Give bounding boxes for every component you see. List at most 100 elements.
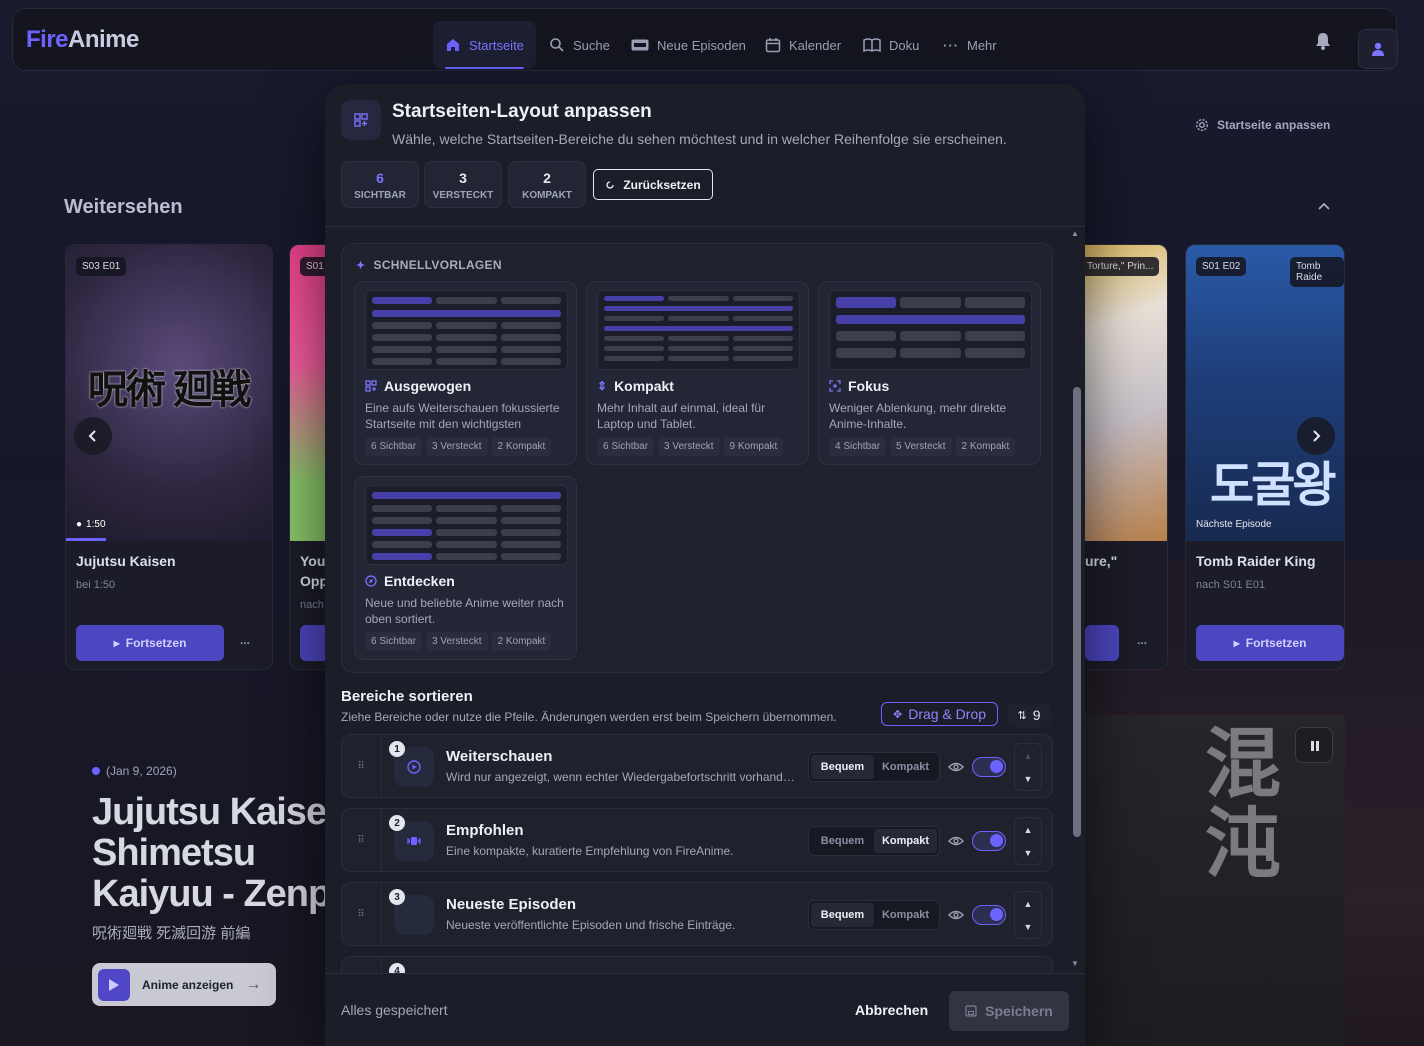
density-kompakt[interactable]: Kompakt [874, 903, 937, 927]
template-ausgewogen[interactable]: Ausgewogen Eine aufs Weiterschauen fokus… [354, 281, 577, 465]
calendar-icon [765, 38, 781, 53]
next-episode-label: Nächste Episode [1196, 519, 1272, 530]
chip-compact: 2 Kompakt [491, 437, 552, 456]
move-down-button[interactable]: ▼ [1015, 915, 1041, 938]
user-icon [1372, 42, 1384, 56]
drag-handle-icon[interactable] [342, 957, 382, 973]
continue-card-jujutsu-kaisen[interactable]: 呪術 廻戦 S03 E01 ● 1:50 Jujutsu Kaisen bei 1… [65, 244, 273, 670]
pause-button[interactable] [1295, 727, 1333, 763]
density-bequem[interactable]: Bequem [811, 829, 874, 853]
continue-button[interactable]: ▶ Fortsetzen [76, 625, 224, 661]
more-options-button[interactable]: ... [240, 633, 250, 647]
nav-neue-episoden[interactable]: Neue Episoden [619, 21, 758, 69]
anime-poster[interactable]: 呪術 廻戦 [66, 245, 272, 541]
nav-doku[interactable]: Doku [851, 21, 931, 69]
move-down-button[interactable]: ▼ [1015, 841, 1041, 864]
density-kompakt[interactable]: Kompakt [874, 755, 937, 779]
stat-value: 3 [459, 170, 467, 186]
search-icon [550, 38, 564, 52]
reset-button[interactable]: Zurücksetzen [593, 169, 713, 200]
hero-video[interactable]: 混沌 [1085, 715, 1345, 1046]
nav-suche[interactable]: Suche [537, 21, 622, 69]
nav-mehr[interactable]: ··· Mehr [931, 21, 1009, 69]
visibility-toggle[interactable] [972, 757, 1006, 777]
scroll-up-arrow[interactable]: ▲ [1071, 229, 1079, 238]
template-chips: 6 Sichtbar 3 Versteckt 2 Kompakt [365, 632, 552, 651]
gear-icon [1195, 118, 1209, 132]
section-row-4[interactable]: 4 [341, 956, 1053, 973]
density-bequem[interactable]: Bequem [811, 755, 874, 779]
density-toggle[interactable]: Bequem Kompakt [808, 826, 940, 856]
template-description: Neue und beliebte Anime weiter nach oben… [365, 596, 564, 626]
card-subtitle: nach S01 E01 [1196, 579, 1266, 591]
bell-icon[interactable] [1313, 31, 1333, 51]
poster-art: 도굴왕 [1210, 459, 1336, 512]
carousel-next-button[interactable] [1297, 417, 1335, 455]
show-anime-button[interactable]: Anime anzeigen → [92, 963, 276, 1006]
modal-subtitle: Wähle, welche Startseiten-Bereiche du se… [392, 131, 1007, 147]
nav-startseite[interactable]: Startseite [433, 21, 536, 69]
modal-scroll-area[interactable]: ✦ SCHNELLVORLAGEN Ausgewogen Eine aufs We… [325, 227, 1085, 973]
scrollbar-thumb[interactable] [1073, 387, 1081, 837]
nav-label: Suche [573, 37, 610, 53]
nav-label: Mehr [967, 37, 997, 53]
eye-icon[interactable] [948, 907, 964, 923]
continue-label: Fortsetzen [1245, 636, 1307, 650]
cancel-button[interactable]: Abbrechen [855, 1002, 928, 1018]
section-row-weiterschauen[interactable]: ⠿ 1 Weiterschauen Wird nur angezeigt, we… [341, 734, 1053, 798]
drag-handle-icon[interactable]: ⠿ [342, 735, 382, 797]
section-count-value: 9 [1032, 707, 1041, 723]
template-name: Entdecken [384, 573, 455, 589]
continue-button[interactable]: ▶ Fortsetzen [1196, 625, 1344, 661]
eye-icon[interactable] [948, 759, 964, 775]
continue-button[interactable] [1085, 625, 1119, 661]
drag-handle-icon[interactable]: ⠿ [342, 883, 382, 945]
section-row-neueste-episoden[interactable]: ⠿ 3 Neueste Episoden Neueste veröffentli… [341, 882, 1053, 946]
drag-drop-button[interactable]: ✥ Drag & Drop [881, 702, 998, 726]
logo[interactable]: FireAnime [26, 26, 139, 54]
more-options-button[interactable]: ... [1137, 633, 1147, 647]
save-button[interactable]: Speichern [949, 991, 1069, 1031]
density-toggle[interactable]: Bequem Kompakt [808, 752, 940, 782]
template-description: Weniger Ablenkung, mehr direkte Anime-In… [829, 401, 1007, 431]
nav-label: Doku [889, 37, 920, 53]
user-menu-button[interactable] [1358, 29, 1398, 69]
move-icon: ✥ [892, 708, 903, 721]
move-down-button[interactable]: ▼ [1015, 767, 1041, 790]
template-entdecken[interactable]: Entdecken Neue und beliebte Anime weiter… [354, 476, 577, 660]
continue-card-tomb-raider-king[interactable]: 도굴왕 S01 E02 Tomb Raide Nächste Episode T… [1185, 244, 1345, 670]
density-toggle[interactable]: Bequem Kompakt [808, 900, 940, 930]
stat-value: 6 [376, 170, 384, 186]
chip-visible: 6 Sichtbar [365, 437, 423, 456]
stat-visible: 6 SICHTBAR [341, 161, 419, 208]
anime-poster[interactable]: 도굴왕 [1186, 245, 1344, 541]
carousel-prev-button[interactable] [74, 417, 112, 455]
chevron-up-icon[interactable] [1316, 199, 1332, 215]
section-row-empfohlen[interactable]: ⠿ 2 Empfohlen Eine kompakte, kuratierte … [341, 808, 1053, 872]
drag-handle-icon[interactable]: ⠿ [342, 809, 382, 871]
template-kompakt[interactable]: ⇕ Kompakt Mehr Inhalt auf einmal, ideal f… [586, 281, 809, 465]
template-fokus[interactable]: Fokus Weniger Ablenkung, mehr direkte An… [818, 281, 1041, 465]
eye-icon[interactable] [948, 833, 964, 849]
customize-homepage-link[interactable]: Startseite anpassen [1195, 118, 1330, 132]
arrow-right-icon: → [245, 975, 262, 993]
move-up-button[interactable]: ▲ [1015, 744, 1041, 767]
card-subtitle: bei 1:50 [76, 579, 116, 591]
scroll-down-arrow[interactable]: ▼ [1071, 959, 1079, 968]
nav-kalender[interactable]: Kalender [753, 21, 853, 69]
nav-label: Kalender [789, 37, 842, 53]
chip-compact: 9 Kompakt [723, 437, 784, 456]
episode-badge: Torture," Prin... [1081, 257, 1160, 276]
density-kompakt[interactable]: Kompakt [874, 829, 937, 853]
home-icon [447, 39, 459, 51]
section-title-weitersehen: Weitersehen [64, 196, 183, 218]
move-up-button[interactable]: ▲ [1015, 818, 1041, 841]
section-count: ⇅ 9 [1007, 703, 1051, 727]
visibility-toggle[interactable] [972, 831, 1006, 851]
hero-date-text: (Jan 9, 2026) [106, 764, 177, 778]
visibility-toggle[interactable] [972, 905, 1006, 925]
logo-part-fire: Fire [26, 26, 69, 53]
nav-label: Startseite [469, 37, 524, 53]
density-bequem[interactable]: Bequem [811, 903, 874, 927]
move-up-button[interactable]: ▲ [1015, 892, 1041, 915]
